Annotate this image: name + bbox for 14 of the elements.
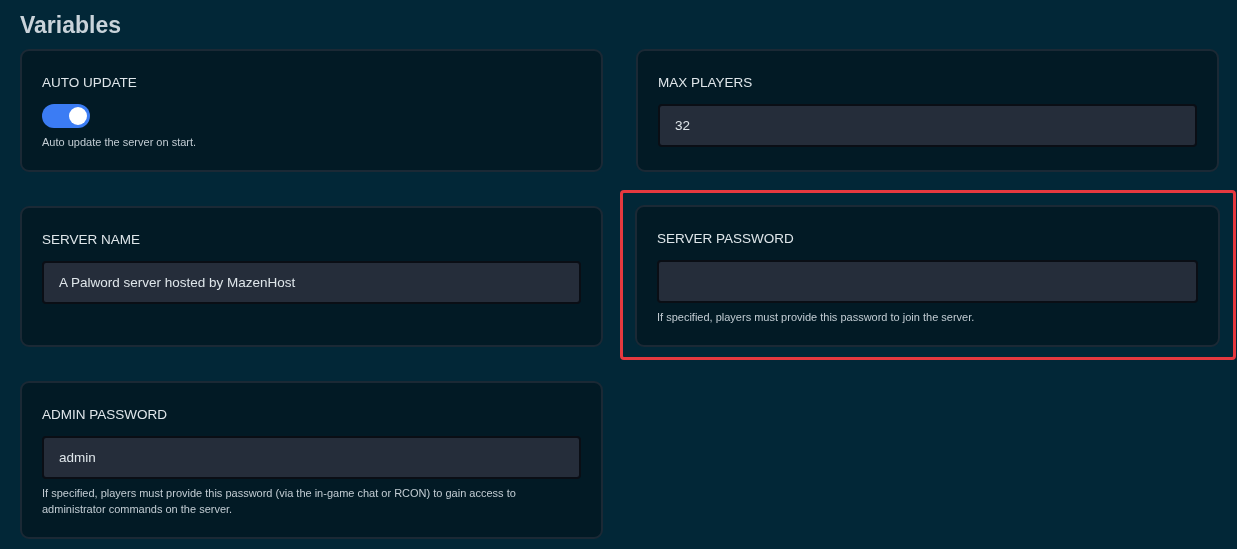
field-label: SERVER NAME [42, 232, 141, 247]
field-description: If specified, players must provide this password to join the server. [657, 310, 976, 325]
input-field[interactable]: A Palword server hosted by MazenHost [42, 261, 581, 304]
toggle-switch[interactable] [42, 104, 90, 128]
page-title: Variables [20, 12, 122, 39]
field-label: SERVER PASSWORD [657, 231, 794, 246]
input-field[interactable] [657, 260, 1198, 303]
field-label: MAX PLAYERS [658, 75, 753, 90]
field-label: ADMIN PASSWORD [42, 407, 167, 422]
input-field[interactable]: 32 [658, 104, 1197, 147]
field-label: AUTO UPDATE [42, 75, 137, 90]
input-field[interactable]: admin [42, 436, 581, 479]
field-description: Auto update the server on start. [42, 135, 198, 150]
field-description: If specified, players must provide this password (via the in-game chat or RCON) to gain access to administrator commands on the server. [42, 486, 517, 517]
